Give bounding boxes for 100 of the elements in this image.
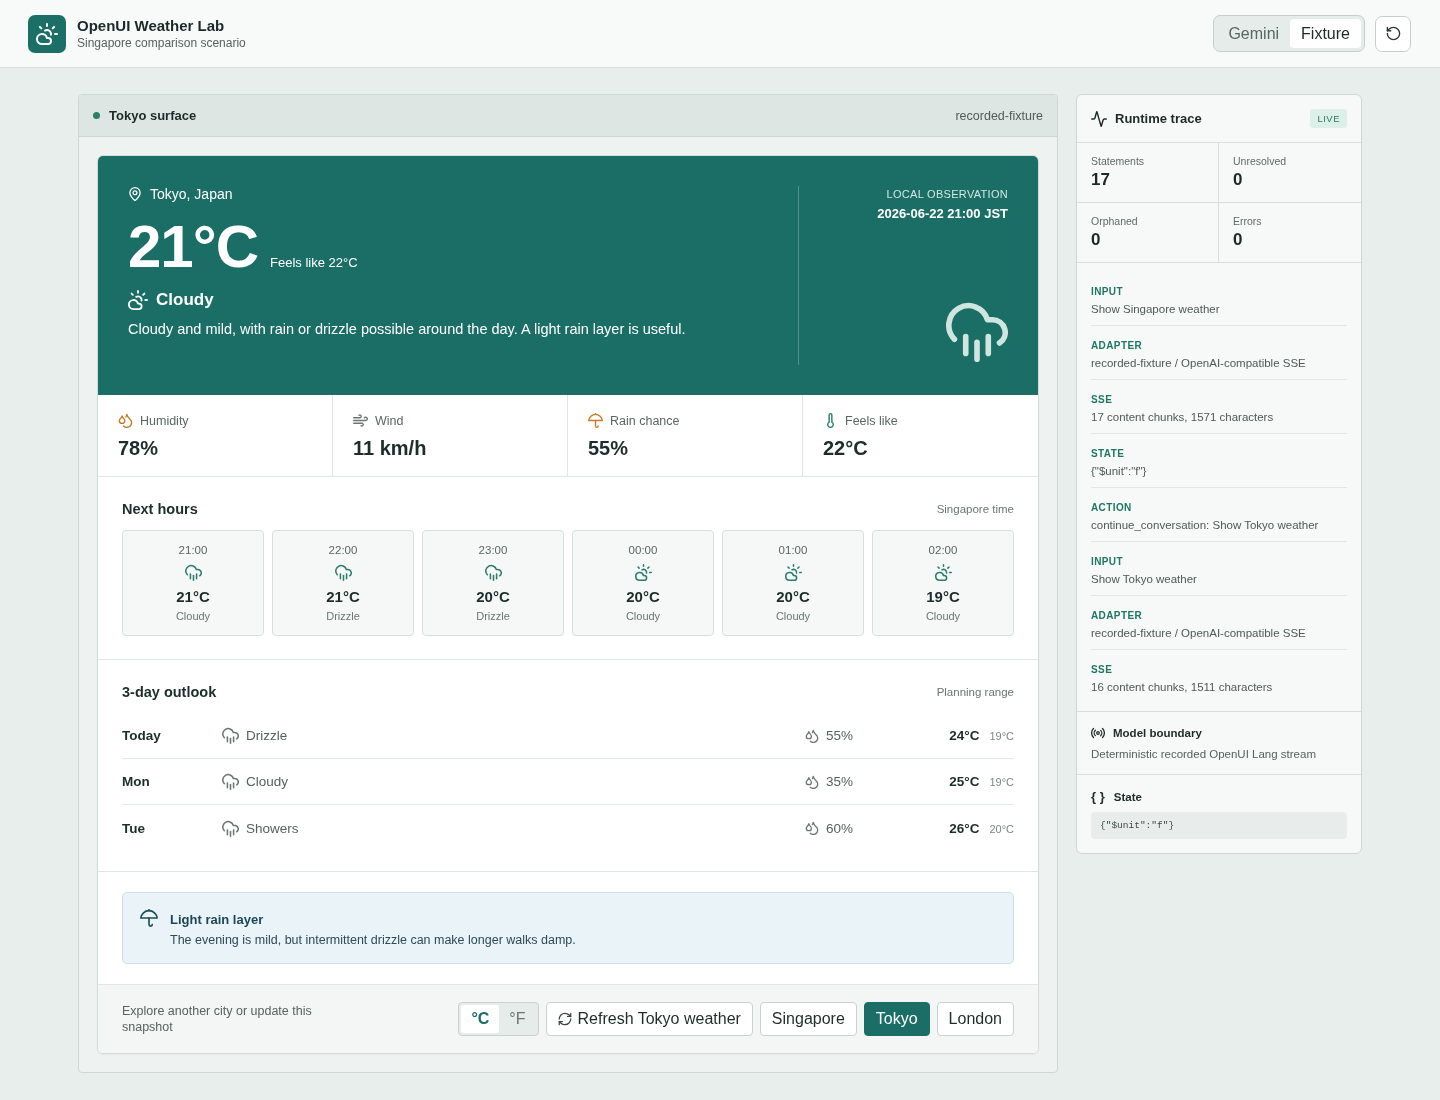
hour-time: 00:00	[628, 543, 658, 557]
reset-button[interactable]	[1375, 15, 1411, 52]
droplets-icon	[118, 413, 133, 428]
broadcast-icon	[1091, 726, 1105, 740]
section-note: Singapore time	[936, 503, 1014, 515]
umbrella-icon	[140, 909, 158, 927]
metric-value: 78%	[118, 437, 160, 460]
metric-label: Wind	[375, 413, 404, 428]
hour-time: 02:00	[928, 543, 958, 557]
city-button[interactable]: Singapore	[759, 1002, 857, 1036]
rain-cloud-icon	[222, 727, 239, 744]
sun-cloud-icon	[784, 564, 802, 581]
app-logo-icon	[28, 14, 66, 53]
boundary-text: Deterministic recorded OpenUI Lang stream	[1091, 748, 1317, 760]
weather-summary: Cloudy and mild, with rain or drizzle possible around the day. A light rain layer is useful.	[128, 321, 687, 337]
app-subtitle: Singapore comparison scenario	[77, 36, 246, 50]
stat-value: 0	[1233, 230, 1244, 250]
state-code: {"$unit":"f"}	[1091, 812, 1347, 839]
sun-cloud-icon	[934, 564, 952, 581]
rain-cloud-icon	[946, 300, 1008, 362]
event-detail: recorded-fixture / OpenAI-compatible SSE	[1091, 356, 1307, 371]
day-name: Today	[122, 728, 162, 743]
hour-temperature: 20°C	[776, 588, 810, 605]
event-detail: continue_conversation: Show Tokyo weather	[1091, 518, 1320, 533]
feels-like-text: Feels like 22°C	[270, 255, 358, 270]
stat-value: 17	[1091, 170, 1111, 190]
hour-condition: Drizzle	[476, 610, 510, 622]
hour-temperature: 21°C	[176, 588, 210, 605]
rain-cloud-icon	[484, 564, 502, 581]
source-option[interactable]: Gemini	[1217, 19, 1291, 48]
surface-title: Tokyo surface	[109, 108, 197, 123]
event-type: SSE	[1091, 393, 1114, 406]
event-type: INPUT	[1091, 285, 1124, 298]
umbrella-icon	[588, 413, 603, 428]
metric-label: Humidity	[140, 413, 189, 428]
stat-label: Statements	[1091, 155, 1146, 167]
rain-chance: 60%	[826, 820, 854, 836]
low-temperature: 19°C	[989, 730, 1014, 742]
location-pin-icon	[128, 187, 142, 201]
section-note: Planning range	[936, 686, 1014, 698]
city-button[interactable]: London	[936, 1002, 1014, 1036]
hour-condition: Cloudy	[625, 610, 661, 622]
city-button[interactable]: Tokyo	[863, 1002, 930, 1036]
droplets-icon	[805, 728, 819, 743]
event-detail: 17 content chunks, 1571 characters	[1091, 410, 1275, 425]
advice-title: Light rain layer	[170, 912, 265, 927]
source-option[interactable]: Fixture	[1290, 19, 1361, 48]
source-label: recorded-fixture	[955, 108, 1043, 123]
hour-temperature: 20°C	[476, 588, 510, 605]
footer-prompt: Explore another city or update this snapshot	[122, 1002, 313, 1036]
stat-label: Errors	[1233, 215, 1263, 227]
stat-value: 0	[1091, 230, 1102, 250]
rain-chance: 55%	[826, 728, 854, 743]
reset-icon	[1385, 26, 1401, 41]
event-type: ADAPTER	[1091, 609, 1144, 622]
day-name: Tue	[122, 820, 146, 836]
trace-title: Runtime trace	[1115, 111, 1202, 126]
event-type: SSE	[1091, 663, 1114, 676]
hour-time: 01:00	[778, 543, 808, 557]
event-type: ADAPTER	[1091, 339, 1144, 352]
event-type: ACTION	[1091, 501, 1133, 514]
high-temperature: 26°C	[949, 820, 980, 836]
location-text: Tokyo, Japan	[150, 186, 233, 202]
hour-time: 21:00	[178, 543, 208, 557]
rain-cloud-icon	[184, 564, 202, 581]
hour-condition: Cloudy	[175, 610, 211, 622]
boundary-title: Model boundary	[1113, 727, 1202, 739]
low-temperature: 19°C	[989, 776, 1014, 788]
rain-cloud-icon	[222, 819, 239, 837]
event-detail: Show Singapore weather	[1091, 302, 1221, 317]
day-condition: Drizzle	[246, 728, 288, 743]
hour-time: 22:00	[328, 543, 358, 557]
day-condition: Cloudy	[246, 774, 289, 789]
low-temperature: 20°C	[989, 822, 1014, 835]
rain-cloud-icon	[222, 773, 239, 790]
stat-label: Orphaned	[1091, 215, 1139, 227]
hour-condition: Drizzle	[326, 610, 360, 622]
metric-value: 55%	[588, 437, 630, 460]
rain-chance: 35%	[826, 774, 854, 789]
event-detail: 16 content chunks, 1511 characters	[1091, 680, 1274, 695]
unit-option[interactable]: °C	[461, 1005, 500, 1033]
advice-text: The evening is mild, but intermittent drizzle can make longer walks damp.	[170, 933, 576, 947]
condition-text: Cloudy	[156, 290, 214, 310]
unit-option[interactable]: °F	[499, 1005, 536, 1033]
high-temperature: 25°C	[949, 774, 980, 789]
hour-condition: Cloudy	[925, 610, 961, 622]
day-condition: Showers	[246, 820, 299, 836]
state-title: State	[1113, 790, 1142, 803]
observation-label: LOCAL OBSERVATION	[886, 188, 1008, 200]
hour-temperature: 20°C	[626, 588, 660, 605]
hour-condition: Cloudy	[775, 610, 811, 622]
refresh-icon	[557, 1012, 572, 1026]
wind-icon	[353, 413, 368, 428]
day-name: Mon	[122, 774, 151, 789]
event-type: STATE	[1091, 447, 1126, 460]
live-badge: LIVE	[1310, 109, 1347, 128]
stat-label: Unresolved	[1233, 155, 1288, 167]
droplets-icon	[805, 774, 819, 789]
status-dot-icon	[93, 112, 100, 119]
refresh-button[interactable]: Refresh Tokyo weather	[545, 1002, 753, 1036]
